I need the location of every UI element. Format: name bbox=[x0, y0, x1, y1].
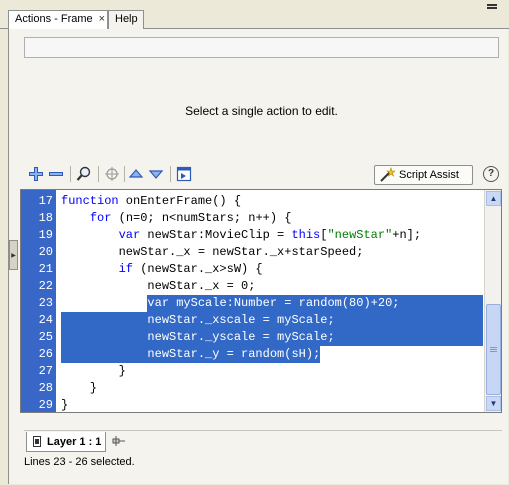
code-line[interactable]: 25 newStar._yscale = myScale; bbox=[21, 329, 484, 346]
find-icon[interactable] bbox=[74, 164, 94, 184]
code-line[interactable]: 27 } bbox=[21, 363, 484, 380]
line-number: 28 bbox=[38, 381, 53, 395]
line-number: 21 bbox=[38, 262, 53, 276]
panel-tab-bar: Actions - Frame × Help bbox=[0, 0, 509, 30]
remove-icon[interactable] bbox=[46, 164, 66, 184]
code-line[interactable]: 21 if (newStar._x>sW) { bbox=[21, 261, 484, 278]
code-line[interactable]: 20 newStar._x = newStar._x+starSpeed; bbox=[21, 244, 484, 261]
tab-help-label: Help bbox=[115, 13, 138, 25]
tab-actions-frame-label: Actions - Frame bbox=[15, 13, 93, 25]
code-text: newStar._yscale = myScale; bbox=[61, 330, 335, 344]
close-tab-icon[interactable]: × bbox=[99, 13, 105, 25]
code-text: } bbox=[61, 398, 69, 412]
code-text: newStar._x = 0; bbox=[61, 279, 256, 293]
code-line[interactable]: 24 newStar._xscale = myScale; bbox=[21, 312, 484, 329]
line-number: 23 bbox=[38, 296, 53, 310]
frame-script-icon bbox=[33, 436, 41, 447]
code-text: } bbox=[61, 364, 126, 378]
layer-tab[interactable]: Layer 1 : 1 bbox=[26, 432, 106, 452]
code-text: newStar._x = newStar._x+starSpeed; bbox=[61, 245, 364, 259]
code-text: } bbox=[61, 381, 98, 395]
code-line[interactable]: 23 var myScale:Number = random(80)+20; bbox=[21, 295, 484, 312]
scroll-down-icon[interactable]: ▼ bbox=[486, 396, 501, 411]
move-up-icon[interactable] bbox=[126, 164, 146, 184]
empty-selection-message: Select a single action to edit. bbox=[185, 104, 338, 118]
layer-tab-label: Layer 1 : 1 bbox=[47, 435, 102, 448]
code-line[interactable]: 28 } bbox=[21, 380, 484, 397]
tab-help[interactable]: Help bbox=[108, 10, 144, 29]
code-line[interactable]: 19 var newStar:MovieClip = this["newStar… bbox=[21, 227, 484, 244]
code-text: for (n=0; n<numStars; n++) { bbox=[89, 211, 292, 225]
line-number: 20 bbox=[38, 245, 53, 259]
code-text: var newStar:MovieClip = this["newStar"+n… bbox=[118, 228, 422, 242]
line-number: 25 bbox=[38, 330, 53, 344]
scroll-thumb[interactable] bbox=[486, 304, 501, 395]
collapse-handle[interactable]: ▶ bbox=[9, 240, 18, 270]
code-text: newStar._xscale = myScale; bbox=[61, 313, 335, 327]
help-icon[interactable]: ? bbox=[483, 166, 499, 182]
line-number: 17 bbox=[38, 194, 53, 208]
script-window-icon[interactable] bbox=[174, 164, 194, 184]
magic-wand-icon bbox=[380, 167, 395, 182]
code-line[interactable]: 26 newStar._y = random(sH); bbox=[21, 346, 484, 363]
code-lines: 17 function onEnterFrame() { 18 for (n=0; … bbox=[21, 193, 484, 412]
target-icon[interactable] bbox=[102, 164, 122, 184]
toolbar-separator bbox=[170, 166, 171, 182]
line-number: 24 bbox=[38, 313, 53, 327]
code-text: var myScale:Number = random(80)+20; bbox=[147, 296, 400, 310]
script-assist-button[interactable]: Script Assist bbox=[374, 165, 473, 185]
code-text: if (newStar._x>sW) { bbox=[118, 262, 263, 276]
action-parameters-field bbox=[24, 37, 499, 58]
scroll-up-icon[interactable]: ▲ bbox=[486, 191, 501, 206]
code-line[interactable]: 22 newStar._x = 0; bbox=[21, 278, 484, 295]
toolbar-separator bbox=[124, 166, 125, 182]
panel-options-menu-icon[interactable] bbox=[487, 3, 501, 13]
line-number: 19 bbox=[38, 228, 53, 242]
selection-status: Lines 23 - 26 selected. bbox=[24, 456, 135, 468]
pin-script-icon[interactable] bbox=[112, 435, 126, 450]
toolbar-separator bbox=[70, 166, 71, 182]
line-number: 26 bbox=[38, 347, 53, 361]
code-line[interactable]: 18 for (n=0; n<numStars; n++) { bbox=[21, 210, 484, 227]
line-number: 27 bbox=[38, 364, 53, 378]
code-line[interactable]: 29} bbox=[21, 397, 484, 412]
vertical-scrollbar[interactable]: ▲ ▼ bbox=[484, 190, 501, 412]
actions-panel-window: Actions - Frame × Help Select a single ac… bbox=[0, 0, 509, 485]
script-assist-label: Script Assist bbox=[399, 169, 459, 181]
add-icon[interactable] bbox=[26, 164, 46, 184]
toolbar-separator bbox=[98, 166, 99, 182]
actions-toolbar: Script Assist ? bbox=[24, 164, 502, 186]
line-number: 29 bbox=[38, 398, 53, 412]
line-number: 22 bbox=[38, 279, 53, 293]
layer-bar: Layer 1 : 1 bbox=[24, 430, 502, 452]
line-number: 18 bbox=[38, 211, 53, 225]
code-line[interactable]: 17 function onEnterFrame() { bbox=[21, 193, 484, 210]
code-text: newStar._y = random(sH); bbox=[61, 347, 321, 361]
script-editor[interactable]: 17 function onEnterFrame() { 18 for (n=0; … bbox=[20, 189, 502, 413]
tab-actions-frame[interactable]: Actions - Frame × bbox=[8, 10, 108, 30]
code-text: function onEnterFrame() { bbox=[61, 194, 242, 208]
move-down-icon[interactable] bbox=[146, 164, 166, 184]
